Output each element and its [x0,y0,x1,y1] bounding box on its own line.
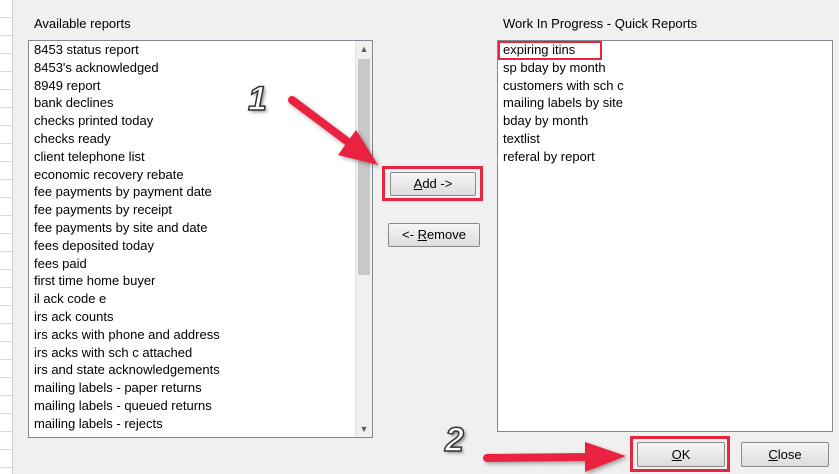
arrow-2-icon [483,442,626,472]
arrow-1-icon [288,96,378,165]
step-1-label: 1 [247,79,267,119]
step-2-label: 2 [444,420,464,460]
annotation-arrows [288,96,626,472]
